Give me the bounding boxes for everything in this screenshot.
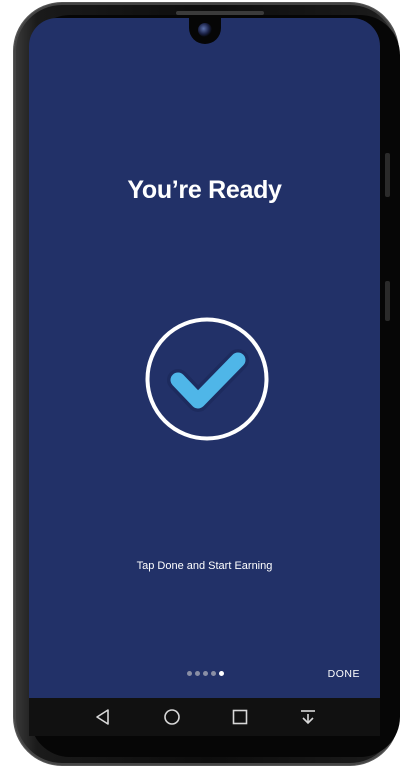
home-icon	[164, 709, 180, 725]
page-indicator	[187, 671, 224, 677]
home-button[interactable]	[152, 698, 192, 736]
system-nav-bar	[29, 698, 380, 736]
notification-pull-icon	[301, 710, 315, 725]
app-screen: You’re Ready Tap Done and Start Earning …	[29, 18, 380, 698]
page-dot-active	[219, 671, 224, 676]
success-check-icon	[144, 316, 270, 442]
camera-notch	[189, 18, 221, 44]
notification-pull-button[interactable]	[288, 698, 328, 736]
page-dot	[195, 671, 200, 676]
done-button[interactable]: DONE	[328, 668, 360, 680]
recents-button[interactable]	[220, 698, 260, 736]
volume-button	[385, 153, 390, 197]
page-title: You’re Ready	[127, 176, 282, 204]
front-camera-icon	[198, 23, 212, 37]
back-button[interactable]	[83, 698, 123, 736]
page-dot	[211, 671, 216, 676]
power-button	[385, 281, 390, 321]
instruction-text: Tap Done and Start Earning	[136, 560, 273, 572]
recents-icon	[232, 709, 248, 725]
back-icon	[96, 709, 109, 725]
earpiece	[176, 11, 264, 15]
page-dot	[187, 671, 192, 676]
page-dot	[203, 671, 208, 676]
